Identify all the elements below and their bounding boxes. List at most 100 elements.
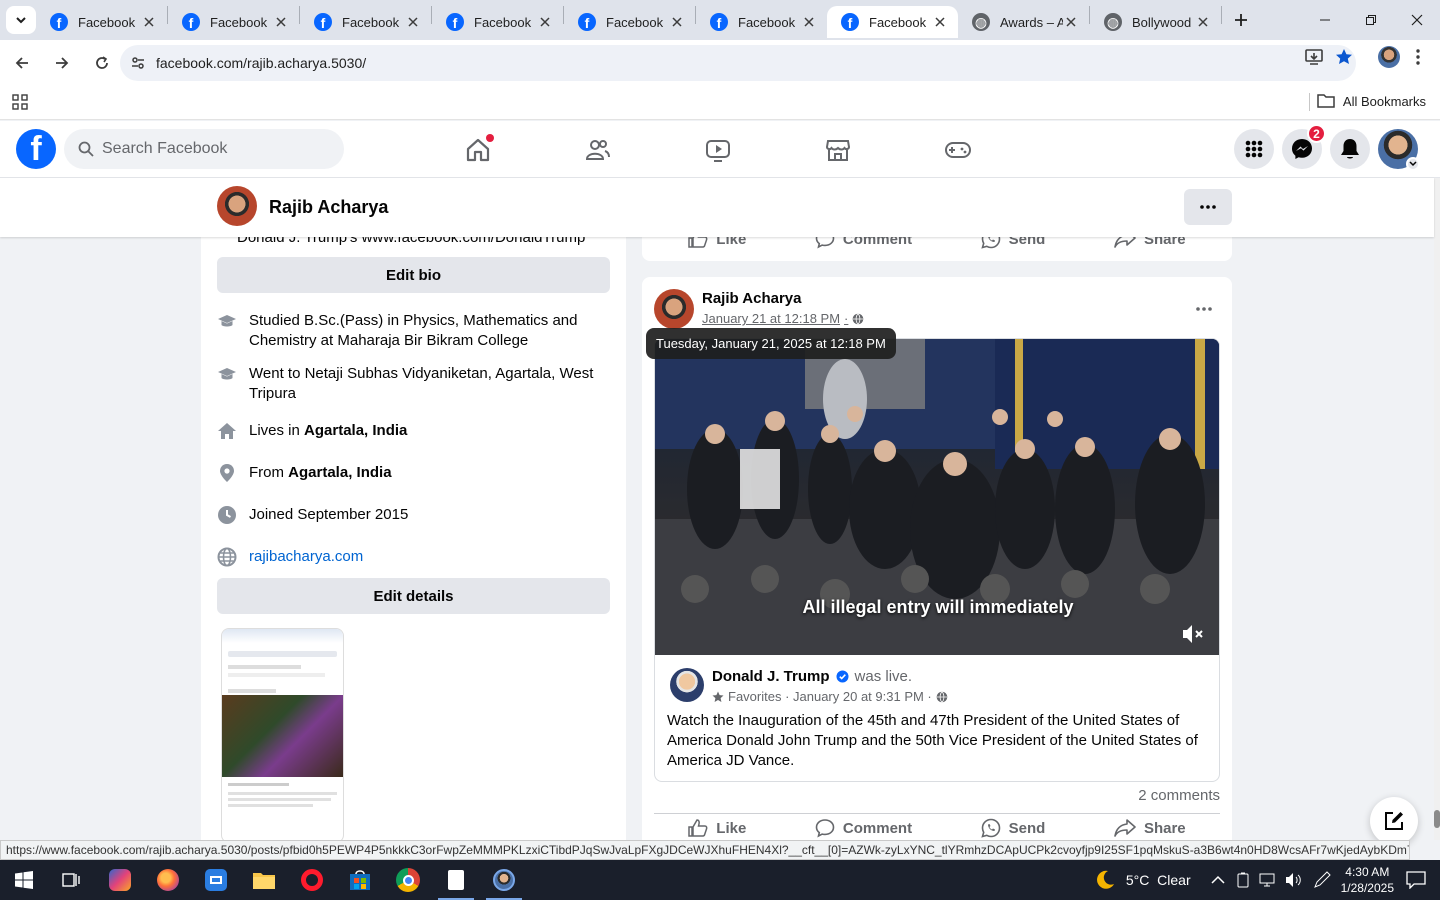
- minimize-button[interactable]: [1302, 0, 1348, 40]
- reload-button[interactable]: [84, 45, 120, 81]
- pen-icon[interactable]: [1313, 871, 1331, 889]
- new-tab-button[interactable]: [1226, 5, 1256, 35]
- browser-tab[interactable]: f Facebook: [36, 6, 167, 38]
- globe-favicon-icon: ◍: [1104, 13, 1122, 31]
- tab-search-button[interactable]: [6, 6, 36, 34]
- install-app-icon[interactable]: [1304, 47, 1324, 67]
- video-caption: All illegal entry will immediately: [802, 597, 1074, 617]
- close-window-button[interactable]: [1394, 0, 1440, 40]
- post-options-button[interactable]: [1196, 295, 1212, 316]
- mute-button[interactable]: [1181, 623, 1205, 650]
- start-button[interactable]: [0, 860, 48, 900]
- menu-button[interactable]: [1234, 129, 1274, 169]
- back-button[interactable]: [4, 45, 40, 81]
- tab-close-icon[interactable]: [669, 14, 685, 30]
- nav-gaming[interactable]: [898, 121, 1018, 178]
- task-view-button[interactable]: [48, 860, 96, 900]
- nav-home[interactable]: [418, 121, 538, 178]
- nav-marketplace[interactable]: [778, 121, 898, 178]
- url-omnibox[interactable]: facebook.com/rajib.acharya.5030/: [120, 45, 1356, 81]
- bookmark-separator: [1309, 93, 1310, 111]
- network-icon[interactable]: [1259, 872, 1277, 888]
- facebook-logo[interactable]: f: [16, 129, 56, 169]
- compose-icon: [1385, 812, 1403, 830]
- post-author-avatar[interactable]: [654, 289, 694, 329]
- browser-tab[interactable]: f Facebook: [300, 6, 431, 38]
- restore-button[interactable]: [1348, 0, 1394, 40]
- forward-button[interactable]: [44, 45, 80, 81]
- notifications-button[interactable]: [1330, 129, 1370, 169]
- chevron-up-icon[interactable]: [1211, 875, 1225, 885]
- shared-video[interactable]: All illegal entry will immediately: [655, 339, 1219, 655]
- page-scrollbar[interactable]: [1434, 178, 1440, 840]
- volume-icon[interactable]: [1285, 872, 1303, 888]
- chrome-app[interactable]: [384, 860, 432, 900]
- opera-app[interactable]: [288, 860, 336, 900]
- star-bookmark-icon[interactable]: [1334, 47, 1354, 67]
- battery-icon[interactable]: [1235, 872, 1251, 888]
- remote-app[interactable]: [192, 860, 240, 900]
- tab-close-icon[interactable]: [273, 14, 289, 30]
- profile-more-button[interactable]: [1184, 189, 1232, 225]
- copilot-app[interactable]: [96, 860, 144, 900]
- weather-text[interactable]: 5°C Clear: [1126, 872, 1191, 888]
- tab-close-icon[interactable]: [141, 14, 157, 30]
- post-time-text[interactable]: January 21 at 12:18 PM: [702, 311, 840, 326]
- website-link[interactable]: rajibacharya.com: [249, 547, 363, 567]
- system-clock[interactable]: 4:30 AM 1/28/2025: [1341, 864, 1394, 896]
- browser-tab[interactable]: f Facebook: [564, 6, 695, 38]
- firefox-app[interactable]: [144, 860, 192, 900]
- browser-tab[interactable]: ◍ Bollywood: [1090, 6, 1221, 38]
- arrow-right-icon: [56, 56, 69, 69]
- browser-tab[interactable]: f Facebook: [827, 6, 958, 38]
- store-app[interactable]: [336, 860, 384, 900]
- tab-title: Awards – A: [1000, 14, 1063, 30]
- post-author-name[interactable]: Rajib Acharya: [702, 290, 802, 307]
- nav-video[interactable]: [658, 121, 778, 178]
- edit-details-button[interactable]: Edit details: [217, 578, 610, 614]
- profile-name[interactable]: Rajib Acharya: [269, 197, 388, 218]
- share-button[interactable]: Share: [1114, 818, 1186, 838]
- tab-close-icon[interactable]: [537, 14, 553, 30]
- like-button[interactable]: Like: [688, 818, 746, 838]
- file-explorer-app[interactable]: [240, 860, 288, 900]
- facebook-search-input[interactable]: Search Facebook: [64, 129, 344, 169]
- browser-tab[interactable]: f Facebook: [168, 6, 299, 38]
- star-icon: [712, 691, 724, 702]
- edit-bio-button[interactable]: Edit bio: [217, 257, 610, 293]
- notepad-app[interactable]: [432, 860, 480, 900]
- nav-friends[interactable]: [538, 121, 658, 178]
- comment-button[interactable]: Comment: [815, 818, 912, 838]
- comments-count[interactable]: 2 comments: [1138, 787, 1220, 804]
- browser-tab[interactable]: f Facebook: [432, 6, 563, 38]
- shared-author-avatar[interactable]: [670, 668, 704, 702]
- profile-avatar[interactable]: [1378, 46, 1400, 68]
- browser-app-active[interactable]: [480, 860, 528, 900]
- apps-grid-icon[interactable]: [12, 94, 28, 115]
- detail-location[interactable]: Agartala, India: [288, 464, 391, 481]
- browser-tab[interactable]: f Facebook: [696, 6, 827, 38]
- tab-close-icon[interactable]: [405, 14, 421, 30]
- tab-close-icon[interactable]: [1195, 14, 1211, 30]
- tab-close-icon[interactable]: [801, 14, 817, 30]
- account-avatar[interactable]: [1378, 129, 1420, 171]
- new-message-button[interactable]: [1370, 797, 1418, 845]
- scrollbar-thumb[interactable]: [1434, 810, 1440, 828]
- all-bookmarks-button[interactable]: All Bookmarks: [1317, 93, 1426, 109]
- browser-tab[interactable]: ◍ Awards – A: [958, 6, 1089, 38]
- shared-author-name[interactable]: Donald J. Trump: [712, 668, 830, 685]
- site-settings-icon[interactable]: [130, 55, 146, 71]
- profile-avatar-small[interactable]: [217, 186, 257, 226]
- notification-center-icon[interactable]: [1406, 871, 1426, 889]
- tab-close-icon[interactable]: [1063, 14, 1079, 30]
- thumb-line: [228, 689, 277, 693]
- kebab-menu-icon[interactable]: [1410, 47, 1426, 67]
- tab-close-icon[interactable]: [932, 14, 948, 30]
- shared-meta-text[interactable]: Favorites · January 20 at 9:31 PM ·: [728, 689, 932, 704]
- send-button[interactable]: Send: [980, 818, 1045, 838]
- messenger-button[interactable]: 2: [1282, 124, 1326, 169]
- featured-thumbnail[interactable]: [221, 628, 344, 840]
- detail-location[interactable]: Agartala, India: [304, 422, 407, 439]
- post-timestamp[interactable]: January 21 at 12:18 PM ·: [702, 311, 864, 326]
- timestamp-tooltip: Tuesday, January 21, 2025 at 12:18 PM: [646, 328, 896, 359]
